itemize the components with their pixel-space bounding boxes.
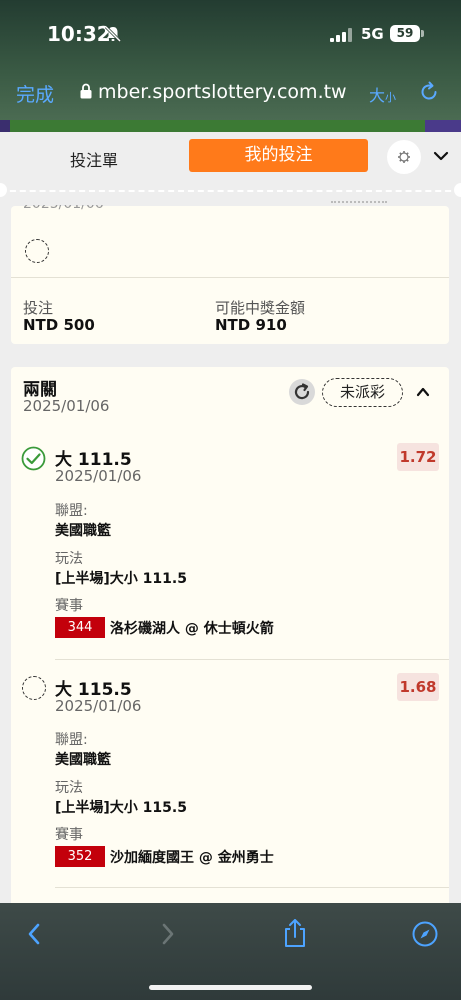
divider: [11, 277, 449, 278]
payout-value: NTD 910: [215, 316, 287, 334]
status-bar: 10:32 5G 59: [0, 18, 461, 52]
league-label: 聯盟:: [55, 732, 88, 748]
text-size-big: 大: [369, 86, 386, 105]
odds-badge: 1.72: [397, 443, 439, 471]
payout-label: 可能中獎金額: [215, 299, 306, 317]
text-size-button[interactable]: 大小: [369, 82, 396, 106]
market-value: [上半場]大小 115.5: [55, 800, 187, 816]
bet-tab-bar: 投注單 我的投注: [0, 132, 461, 190]
cellular-signal-icon: [330, 28, 352, 42]
market-label: 玩法: [55, 551, 83, 567]
url-text[interactable]: mber.sportslottery.com.tw: [98, 81, 347, 103]
pending-icon: [25, 239, 49, 263]
selection-item: 大 111.5 2025/01/06 1.72 聯盟: 美國職籃 玩法 [上半場…: [11, 437, 449, 660]
pending-circle-icon: [22, 676, 46, 700]
tab-bet-slip[interactable]: 投注單: [70, 147, 118, 171]
bet-date: 2025/01/06: [23, 196, 104, 212]
stake-value: NTD 500: [23, 316, 95, 334]
page-banner-strip: [0, 120, 461, 132]
bell-slash-icon: [104, 25, 122, 43]
selection-date: 2025/01/06: [55, 697, 142, 715]
back-icon[interactable]: [22, 921, 48, 947]
ticket-notch-right: [454, 183, 461, 197]
browser-bottom-toolbar: [0, 903, 461, 1000]
reload-icon[interactable]: [418, 81, 440, 103]
game-name: 沙加緬度國王 @ 金州勇士: [110, 850, 274, 866]
event-label: 賽事: [55, 827, 83, 843]
gear-icon: [398, 151, 410, 163]
status-time: 10:32: [47, 22, 111, 46]
chevron-up-icon[interactable]: [416, 385, 430, 399]
compass-icon[interactable]: [412, 921, 438, 947]
home-indicator: [149, 985, 312, 990]
cut-off-content: [331, 201, 387, 203]
check-circle-icon: [21, 446, 46, 471]
status-badge: 未派彩: [322, 378, 403, 407]
selection-item: 大 115.5 2025/01/06 1.68 聯盟: 美國職籃 玩法 [上半場…: [11, 667, 449, 888]
tab-separator: [0, 190, 461, 192]
refresh-icon: [294, 383, 310, 400]
bet-date: 2025/01/06: [23, 397, 110, 415]
selection-divider: [55, 887, 449, 888]
game-number-badge: 344: [55, 617, 105, 638]
odds-badge: 1.68: [397, 673, 439, 701]
selection-date: 2025/01/06: [55, 467, 142, 485]
chevron-down-icon[interactable]: [433, 148, 449, 164]
settings-button[interactable]: [387, 140, 421, 174]
market-value: [上半場]大小 111.5: [55, 571, 187, 587]
url-bar: 完成 mber.sportslottery.com.tw 大小: [0, 72, 461, 112]
browser-top-bar: 10:32 5G 59 完成 mber.sportslottery.com.tw…: [0, 0, 461, 120]
lock-icon: [80, 83, 92, 99]
battery-tip: [421, 30, 424, 37]
league-value: 美國職籃: [55, 752, 111, 768]
share-icon[interactable]: [282, 918, 308, 948]
network-type: 5G: [361, 25, 384, 43]
selection-divider: [55, 659, 449, 660]
game-number-badge: 352: [55, 846, 105, 867]
done-button[interactable]: 完成: [16, 80, 54, 107]
market-label: 玩法: [55, 780, 83, 796]
bet-card-parlay: 兩關 2025/01/06 未派彩 大 111.5 2025/01/06 1.7…: [11, 367, 449, 907]
bet-card-previous: 2025/01/06 投注 NTD 500 可能中獎金額 NTD 910: [11, 201, 449, 344]
league-label: 聯盟:: [55, 503, 88, 519]
refresh-button[interactable]: [289, 379, 315, 405]
text-size-small: 小: [385, 91, 397, 104]
league-value: 美國職籃: [55, 523, 111, 539]
game-name: 洛杉磯湖人 @ 休士頓火箭: [110, 621, 274, 637]
stake-label: 投注: [23, 299, 54, 317]
event-label: 賽事: [55, 598, 83, 614]
battery-indicator: 59: [390, 25, 420, 42]
tab-my-bets[interactable]: 我的投注: [189, 139, 368, 172]
forward-icon[interactable]: [154, 921, 180, 947]
